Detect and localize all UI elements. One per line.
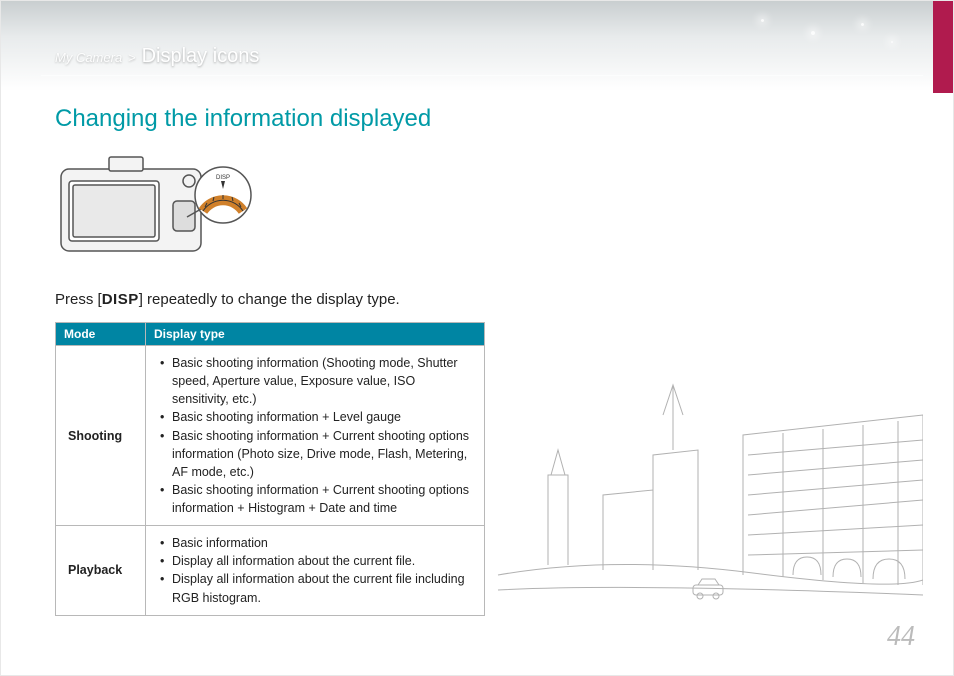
breadcrumb-separator: > — [126, 50, 138, 65]
table-row: Playback Basic information Display all i… — [56, 526, 485, 616]
instruction-pre: Press [ — [55, 291, 102, 308]
disp-callout-label: DISP — [216, 175, 230, 181]
list-item: Display all information about the curren… — [160, 570, 474, 606]
type-cell-shooting: Basic shooting information (Shooting mod… — [146, 346, 485, 526]
camera-illustration: DISP — [55, 151, 255, 271]
display-type-table: Mode Display type Shooting Basic shootin… — [55, 322, 485, 616]
table-header-mode: Mode — [56, 323, 146, 346]
list-item: Display all information about the curren… — [160, 552, 474, 570]
list-item: Basic shooting information + Current sho… — [160, 481, 474, 517]
breadcrumb-leaf: Display icons — [142, 45, 260, 67]
instruction-post: ] repeatedly to change the display type. — [139, 291, 400, 308]
table-row: Shooting Basic shooting information (Sho… — [56, 346, 485, 526]
breadcrumb-root: My Camera — [55, 50, 122, 65]
sparkle-decoration — [891, 41, 893, 43]
disp-button-label: DISP — [102, 291, 139, 308]
cityscape-illustration — [493, 355, 923, 615]
list-item: Basic shooting information + Level gauge — [160, 408, 474, 426]
sparkle-decoration — [861, 23, 864, 26]
section-title: Changing the information displayed — [55, 105, 923, 133]
header-divider — [41, 75, 923, 76]
list-item: Basic shooting information + Current sho… — [160, 427, 474, 481]
table-header-type: Display type — [146, 323, 485, 346]
breadcrumb: My Camera > Display icons — [55, 45, 259, 68]
page-container: My Camera > Display icons Changing the i… — [0, 0, 954, 676]
sparkle-decoration — [761, 19, 764, 22]
instruction-text: Press [DISP] repeatedly to change the di… — [55, 291, 923, 308]
list-item: Basic shooting information (Shooting mod… — [160, 354, 474, 408]
chapter-side-tab — [933, 1, 953, 93]
header-bar: My Camera > Display icons — [1, 1, 953, 91]
type-cell-playback: Basic information Display all informatio… — [146, 526, 485, 616]
mode-cell-shooting: Shooting — [56, 346, 146, 526]
sparkle-decoration — [811, 31, 815, 35]
page-number: 44 — [887, 621, 915, 653]
list-item: Basic information — [160, 534, 474, 552]
mode-cell-playback: Playback — [56, 526, 146, 616]
